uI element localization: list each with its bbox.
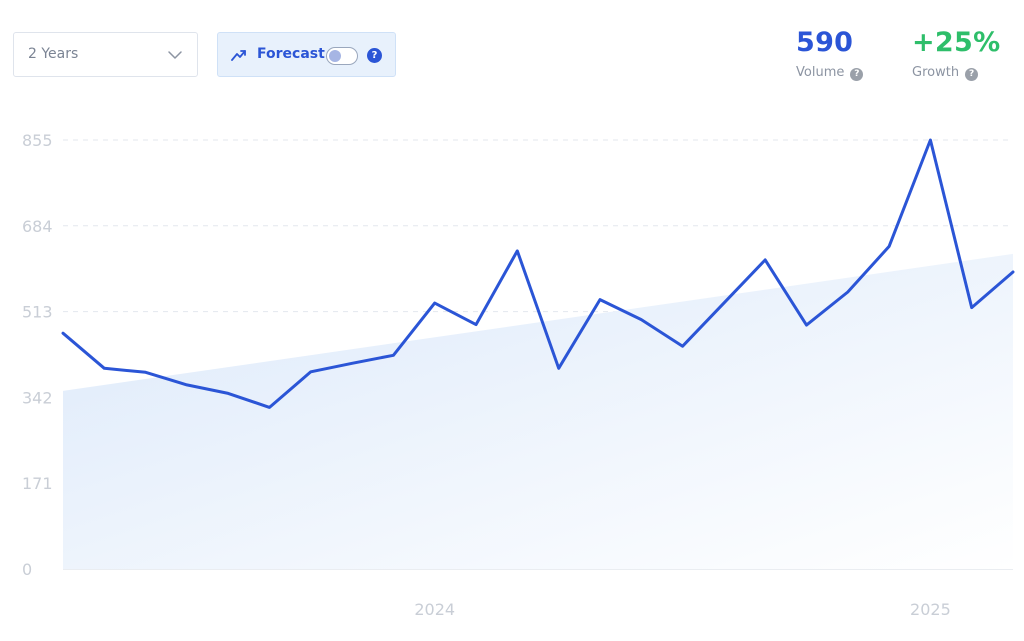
y-tick-label: 513	[22, 303, 53, 322]
x-tick-label: 2024	[414, 600, 455, 619]
y-tick-label: 171	[22, 474, 53, 493]
y-tick-label: 0	[22, 560, 32, 579]
trend-area	[63, 253, 1013, 569]
x-tick-label: 2025	[910, 600, 951, 619]
y-tick-label: 342	[22, 388, 53, 407]
y-tick-label: 855	[22, 131, 53, 150]
y-tick-label: 684	[22, 217, 53, 236]
trend-chart: 0 171 342 513 684 855 2024 2025	[22, 131, 1015, 619]
